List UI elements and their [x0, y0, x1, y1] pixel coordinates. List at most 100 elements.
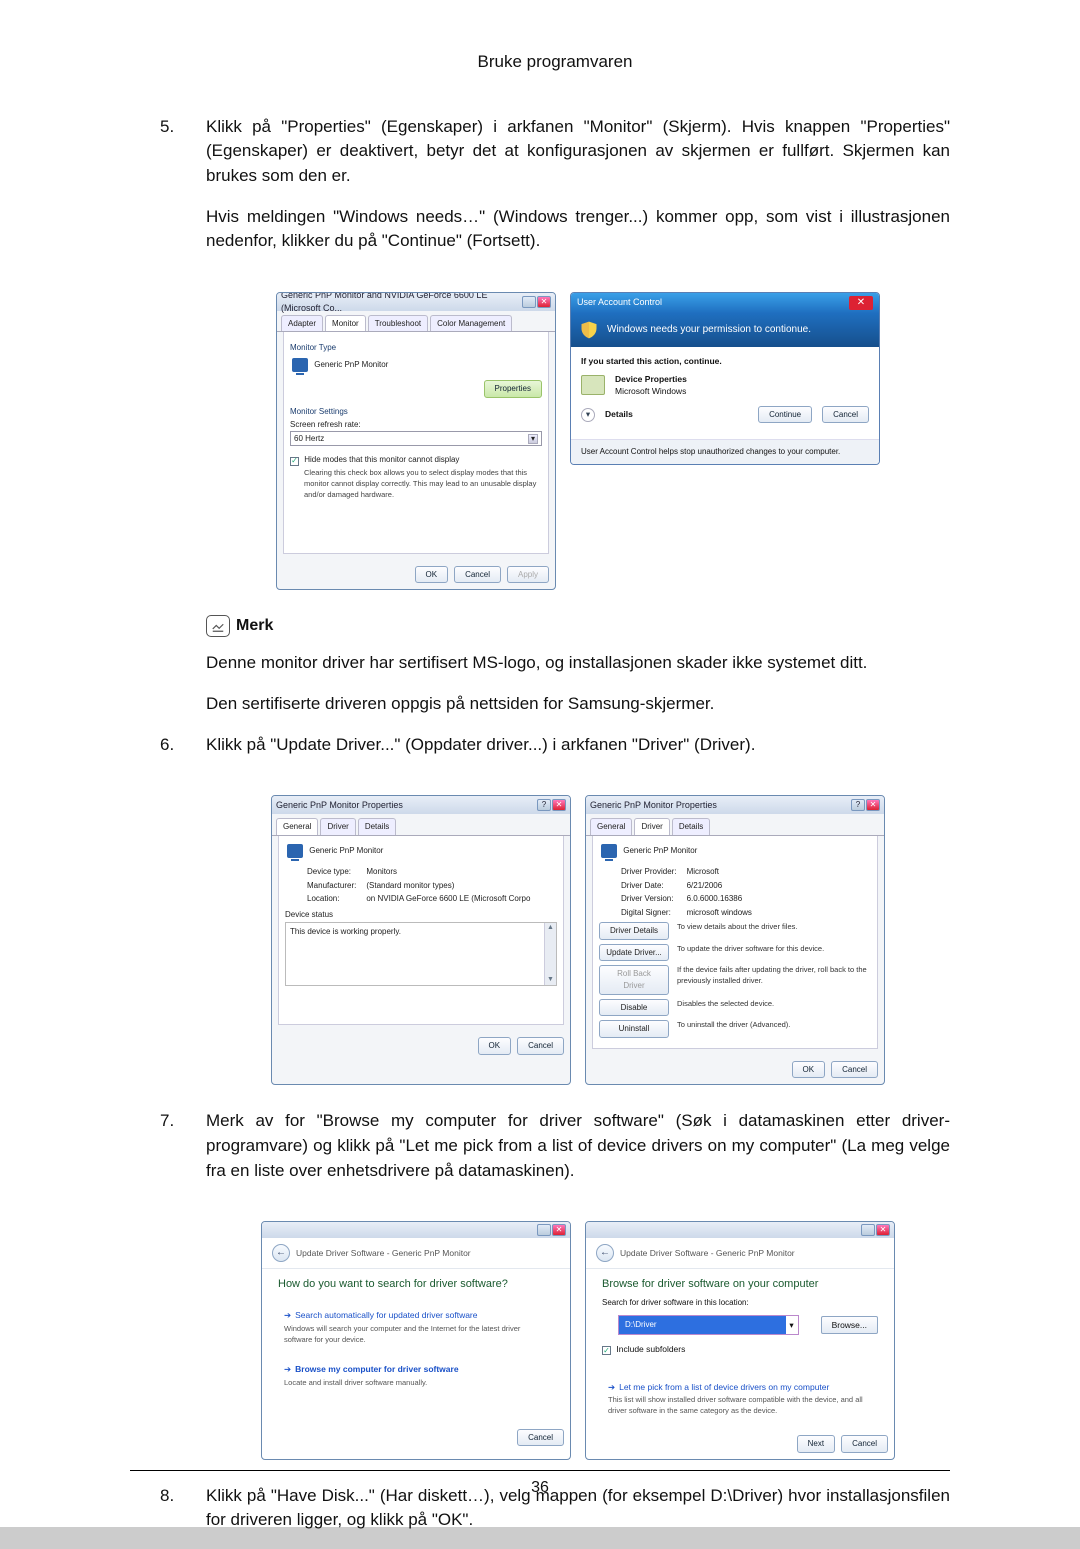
window-monitor-properties: Generic PnP Monitor and NVIDIA GeForce 6…	[276, 292, 556, 590]
apply-button[interactable]: Apply	[507, 566, 549, 584]
uac-started-text: If you started this action, continue.	[581, 355, 869, 367]
help-button[interactable]: ?	[537, 799, 551, 811]
step-7-p1: Merk av for "Browse my computer for driv…	[206, 1109, 950, 1183]
refresh-rate-select[interactable]: 60 Hertz ▾	[290, 431, 542, 447]
digital-signer-value: microsoft windows	[687, 907, 871, 919]
page-header: Bruke programvaren	[160, 50, 950, 75]
option-desc: This list will show installed driver sof…	[608, 1395, 872, 1417]
option-let-me-pick[interactable]: ➔Let me pick from a list of device drive…	[600, 1375, 880, 1423]
continue-button[interactable]: Continue	[758, 406, 812, 424]
figure-row-2: Generic PnP Monitor Properties ?✕ Genera…	[206, 795, 950, 1085]
cancel-button[interactable]: Cancel	[831, 1061, 878, 1079]
refresh-rate-value: 60 Hertz	[294, 433, 324, 445]
uninstall-desc: To uninstall the driver (Advanced).	[677, 1020, 871, 1031]
manufacturer-value: (Standard monitor types)	[366, 880, 557, 892]
cancel-button[interactable]: Cancel	[517, 1429, 564, 1447]
window-props-driver: Generic PnP Monitor Properties ?✕ Genera…	[585, 795, 885, 1085]
cancel-button[interactable]: Cancel	[517, 1037, 564, 1055]
tab-troubleshoot[interactable]: Troubleshoot	[368, 315, 428, 332]
tab-details[interactable]: Details	[358, 818, 396, 835]
tab-monitor[interactable]: Monitor	[325, 315, 366, 332]
hide-modes-checkbox[interactable]	[290, 457, 299, 466]
device-status-text: This device is working properly.	[286, 923, 556, 941]
scrollbar[interactable]	[544, 923, 556, 985]
close-button[interactable]: ✕	[552, 1224, 566, 1236]
close-button[interactable]: ✕	[537, 296, 551, 308]
cancel-button[interactable]: Cancel	[822, 406, 869, 424]
monitor-device-name: Generic PnP Monitor	[314, 360, 388, 369]
driver-details-button[interactable]: Driver Details	[599, 922, 669, 940]
digital-signer-label: Digital Signer:	[621, 907, 677, 919]
step-number: 7.	[160, 1109, 206, 1199]
cancel-button[interactable]: Cancel	[454, 566, 501, 584]
driver-date-value: 6/21/2006	[687, 880, 871, 892]
chevron-down-icon: ▾	[528, 434, 538, 444]
arrow-icon: ➔	[284, 1364, 291, 1374]
driver-date-label: Driver Date:	[621, 880, 677, 892]
uninstall-button[interactable]: Uninstall	[599, 1020, 669, 1038]
tab-driver[interactable]: Driver	[634, 818, 669, 835]
driver-version-value: 6.0.6000.16386	[687, 893, 871, 905]
cancel-button[interactable]: Cancel	[841, 1435, 888, 1453]
chevron-down-icon[interactable]: ▾	[581, 408, 595, 422]
tab-details[interactable]: Details	[672, 818, 710, 835]
tab-general[interactable]: General	[590, 818, 632, 835]
uac-headline: Windows needs your permission to contion…	[607, 323, 811, 338]
location-label: Location:	[307, 893, 356, 905]
shield-icon	[579, 319, 599, 341]
help-button[interactable]: ?	[851, 799, 865, 811]
close-button[interactable]: ✕	[876, 1224, 890, 1236]
option-title: Browse my computer for driver software	[295, 1364, 458, 1374]
tab-general[interactable]: General	[276, 818, 318, 835]
minimize-button[interactable]	[537, 1224, 551, 1236]
wizard-browse: ✕ ← Update Driver Software - Generic PnP…	[585, 1221, 895, 1459]
uac-program-name: Device Properties	[615, 373, 687, 385]
hide-modes-label: Hide modes that this monitor cannot disp…	[304, 455, 459, 464]
tab-adapter[interactable]: Adapter	[281, 315, 323, 332]
device-status-box: This device is working properly.	[285, 922, 557, 986]
page-number: 36	[0, 1476, 1080, 1499]
ok-button[interactable]: OK	[478, 1037, 512, 1055]
note-label: Merk	[236, 614, 273, 637]
properties-button[interactable]: Properties	[484, 380, 542, 398]
include-subfolders-checkbox[interactable]	[602, 1346, 611, 1355]
step-5-p2: Hvis meldingen "Windows needs…" (Windows…	[206, 205, 950, 254]
device-type-value: Monitors	[366, 866, 557, 878]
group-monitor-type: Monitor Type	[290, 342, 542, 354]
details-toggle[interactable]: Details	[605, 408, 633, 420]
path-combobox[interactable]: D:\Driver ▾	[618, 1315, 799, 1335]
driver-provider-value: Microsoft	[687, 866, 871, 878]
group-monitor-settings: Monitor Settings	[290, 406, 542, 418]
back-button[interactable]: ←	[596, 1244, 614, 1262]
next-button[interactable]: Next	[797, 1435, 835, 1453]
ok-button[interactable]: OK	[792, 1061, 826, 1079]
tab-driver[interactable]: Driver	[320, 818, 355, 835]
close-button[interactable]: ✕	[849, 296, 873, 310]
update-driver-button[interactable]: Update Driver...	[599, 944, 669, 962]
monitor-icon	[601, 844, 617, 858]
wizard-how-search: ✕ ← Update Driver Software - Generic PnP…	[261, 1221, 571, 1459]
minimize-button[interactable]	[522, 296, 536, 308]
device-status-label: Device status	[285, 909, 557, 921]
option-title: Search automatically for updated driver …	[295, 1310, 477, 1320]
minimize-button[interactable]	[861, 1224, 875, 1236]
window-props-general: Generic PnP Monitor Properties ?✕ Genera…	[271, 795, 571, 1085]
roll-back-button[interactable]: Roll Back Driver	[599, 965, 669, 994]
hide-modes-description: Clearing this check box allows you to se…	[304, 468, 542, 501]
option-search-auto[interactable]: ➔Search automatically for updated driver…	[276, 1303, 556, 1351]
disable-button[interactable]: Disable	[599, 999, 669, 1017]
browse-button[interactable]: Browse...	[821, 1316, 878, 1334]
ok-button[interactable]: OK	[415, 566, 449, 584]
note-icon	[206, 615, 230, 637]
disable-desc: Disables the selected device.	[677, 999, 871, 1010]
close-button[interactable]: ✕	[866, 799, 880, 811]
back-button[interactable]: ←	[272, 1244, 290, 1262]
option-browse-computer[interactable]: ➔Browse my computer for driver software …	[276, 1357, 556, 1394]
step-5-p1: Klikk på "Properties" (Egenskaper) i ark…	[206, 115, 950, 189]
step-6: 6. Klikk på "Update Driver..." (Oppdater…	[160, 733, 950, 774]
step-number: 5.	[160, 115, 206, 270]
window-title: Generic PnP Monitor and NVIDIA GeForce 6…	[281, 292, 522, 315]
close-button[interactable]: ✕	[552, 799, 566, 811]
tab-color-management[interactable]: Color Management	[430, 315, 512, 332]
device-name: Generic PnP Monitor	[309, 846, 383, 855]
